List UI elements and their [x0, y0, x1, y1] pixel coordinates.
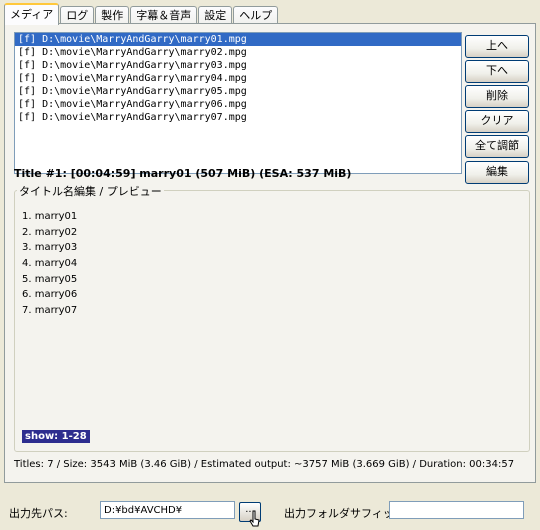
- tab-log[interactable]: ログ: [60, 6, 95, 24]
- preview-item: 7. marry07: [22, 305, 78, 317]
- move-down-button[interactable]: 下へ: [465, 60, 529, 83]
- mouse-cursor-icon: [249, 510, 260, 527]
- preview-item: 2. marry02: [22, 226, 78, 238]
- tab-subtitle-audio[interactable]: 字幕＆音声: [130, 6, 198, 24]
- clear-button[interactable]: クリア: [465, 110, 529, 133]
- file-list-item[interactable]: [f] D:\movie\MarryAndGarry\marry01.mpg: [15, 33, 461, 46]
- preview-item: 5. marry05: [22, 273, 78, 285]
- suffix-input[interactable]: [389, 501, 524, 519]
- preview-item: 1. marry01: [22, 211, 78, 222]
- delete-button[interactable]: 削除: [465, 85, 529, 108]
- title-info: Title #1: [00:04:59] marry01 (507 MiB) (…: [14, 167, 352, 180]
- file-list-item[interactable]: [f] D:\movie\MarryAndGarry\marry04.mpg: [15, 72, 461, 85]
- tab-bar: メディア ログ 製作 字幕＆音声 設定 ヘルプ: [4, 3, 279, 25]
- file-list-item[interactable]: [f] D:\movie\MarryAndGarry\marry02.mpg: [15, 46, 461, 59]
- tab-media[interactable]: メディア: [4, 3, 60, 25]
- media-panel: [f] D:\movie\MarryAndGarry\marry01.mpg […: [4, 23, 536, 483]
- tab-settings[interactable]: 設定: [198, 6, 233, 24]
- preview-item: 3. marry03: [22, 242, 78, 254]
- file-list[interactable]: [f] D:\movie\MarryAndGarry\marry01.mpg […: [14, 32, 462, 174]
- file-list-item[interactable]: [f] D:\movie\MarryAndGarry\marry05.mpg: [15, 85, 461, 98]
- preview-list: 1. marry01 2. marry02 3. marry03 4. marr…: [22, 209, 77, 319]
- tab-produce[interactable]: 製作: [95, 6, 130, 24]
- preview-item: 4. marry04: [22, 258, 78, 270]
- show-range-badge: show: 1-28: [22, 430, 90, 443]
- move-up-button[interactable]: 上へ: [465, 35, 529, 58]
- file-list-item[interactable]: [f] D:\movie\MarryAndGarry\marry03.mpg: [15, 59, 461, 72]
- file-list-item[interactable]: [f] D:\movie\MarryAndGarry\marry07.mpg: [15, 111, 461, 124]
- file-list-item[interactable]: [f] D:\movie\MarryAndGarry\marry06.mpg: [15, 98, 461, 111]
- adjust-all-button[interactable]: 全て調節: [465, 135, 529, 158]
- output-path-input[interactable]: D:¥bd¥AVCHD¥: [100, 501, 235, 519]
- tab-help[interactable]: ヘルプ: [233, 6, 279, 24]
- preview-item: 6. marry06: [22, 289, 78, 301]
- edit-button[interactable]: 編集: [465, 161, 529, 184]
- preview-group: [14, 190, 530, 452]
- output-path-label: 出力先パス:: [9, 507, 68, 520]
- stats-line: Titles: 7 / Size: 3543 MiB (3.46 GiB) / …: [14, 459, 515, 470]
- preview-group-label: タイトル名編集 / プレビュー: [17, 183, 164, 199]
